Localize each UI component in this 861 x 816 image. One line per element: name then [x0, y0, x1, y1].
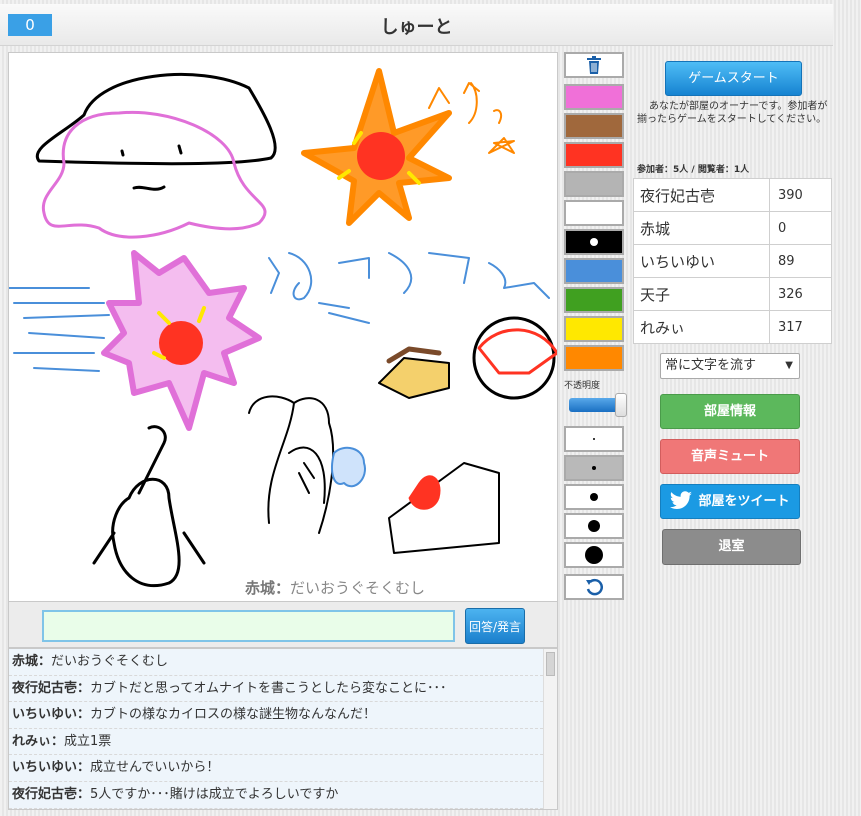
- chat-author: れみぃ：: [12, 733, 65, 749]
- answer-row: 回答/発言: [8, 602, 558, 648]
- opacity-knob[interactable]: [615, 393, 627, 417]
- header-bar: 0 しゅーと: [0, 4, 833, 46]
- opacity-slider[interactable]: [569, 393, 627, 417]
- color-swatch[interactable]: [564, 84, 624, 110]
- color-swatch[interactable]: [564, 287, 624, 313]
- color-swatch[interactable]: [564, 345, 624, 371]
- chat-author: 夜行妃古壱：: [12, 680, 91, 696]
- game-start-button[interactable]: ゲームスタート: [665, 61, 802, 96]
- player-points: 89: [769, 244, 832, 278]
- chat-log: 赤城：だいおうぐそくむし 夜行妃古壱：カブトだと思ってオムナイトを書こうとしたら変…: [8, 648, 558, 810]
- opacity-label: 不透明度: [564, 381, 601, 391]
- chat-message: カブトの様なカイロスの様な謎生物なんなんだ！: [90, 707, 377, 723]
- color-swatch[interactable]: [564, 200, 624, 226]
- brush-size-dot: [593, 438, 595, 440]
- tweet-button[interactable]: 部屋をツイート: [660, 484, 800, 519]
- last-answer-caption: 赤城：だいおうぐそくむし: [245, 579, 426, 597]
- chevron-down-icon: ▼: [785, 360, 793, 371]
- mute-button[interactable]: 音声ミュート: [660, 439, 800, 474]
- opacity-track[interactable]: [569, 398, 619, 412]
- color-swatch[interactable]: [564, 171, 624, 197]
- chat-scroll-thumb[interactable]: [546, 652, 555, 676]
- twitter-bird-icon: [669, 491, 692, 509]
- color-swatch[interactable]: [564, 258, 624, 284]
- chat-author: いちいゆい：: [12, 760, 91, 776]
- brush-size-dot: [588, 520, 600, 532]
- brush-size-button[interactable]: [564, 542, 624, 568]
- undo-icon: [586, 578, 603, 596]
- chat-line: 夜行妃古壱：5人ですか･･･賭けは成立でよろしいですか: [9, 781, 543, 809]
- chat-author: 夜行妃古壱：: [12, 786, 91, 802]
- owner-note: あなたが部屋のオーナーです。参加者が揃ったらゲームをスタートしてください。: [637, 101, 828, 125]
- brush-size-dot: [592, 466, 596, 470]
- player-name: 赤城: [633, 211, 770, 245]
- canvas-drawing: [9, 68, 557, 588]
- room-title: しゅーと: [380, 17, 453, 38]
- drawing-canvas[interactable]: 赤城：だいおうぐそくむし: [8, 52, 558, 602]
- player-name: いちいゆい: [633, 244, 770, 278]
- chat-line: 赤城：だいおうぐそくむし: [9, 649, 543, 676]
- text-flow-value: 常に文字を流す: [665, 358, 757, 373]
- chat-scrollbar[interactable]: [543, 649, 557, 809]
- color-swatch[interactable]: [564, 113, 624, 139]
- text-flow-select[interactable]: 常に文字を流す ▼: [660, 353, 800, 379]
- player-points: 326: [769, 277, 832, 311]
- color-swatch[interactable]: [564, 316, 624, 342]
- brush-size-dot: [590, 493, 598, 501]
- chat-message: だいおうぐそくむし: [51, 654, 169, 669]
- answer-button[interactable]: 回答/発言: [465, 608, 525, 644]
- trash-button[interactable]: [564, 52, 624, 78]
- player-name: 夜行妃古壱: [633, 178, 770, 212]
- brush-size-button[interactable]: [564, 484, 624, 510]
- brush-size-button[interactable]: [564, 455, 624, 481]
- brush-size-button[interactable]: [564, 513, 624, 539]
- player-points: 0: [769, 211, 832, 245]
- chat-line: いちいゆい：成立せんでいいから！: [9, 755, 543, 782]
- brush-size-dot: [585, 546, 603, 564]
- score-row: 天子 326: [633, 277, 832, 311]
- color-swatch[interactable]: [564, 229, 624, 255]
- score-row: 赤城 0: [633, 211, 832, 245]
- player-name: 天子: [633, 277, 770, 311]
- chat-author: いちいゆい：: [12, 707, 91, 723]
- chat-author: 赤城：: [12, 654, 52, 669]
- trash-icon: [587, 56, 601, 74]
- chat-message: 成立せんでいいから！: [90, 760, 220, 776]
- score-row: れみぃ 317: [633, 310, 832, 344]
- room-info-button[interactable]: 部屋情報: [660, 394, 800, 429]
- undo-button[interactable]: [564, 574, 624, 600]
- chat-line: いちいゆい：カブトの様なカイロスの様な謎生物なんなんだ！: [9, 702, 543, 729]
- participants-label: 参加者：5人 / 閲覧者：1人: [637, 165, 750, 175]
- player-points: 390: [769, 178, 832, 212]
- score-table: 夜行妃古壱 390 赤城 0 いちいゆい 89 天子 326 れみぃ 317: [633, 178, 832, 344]
- chat-message: 5人ですか･･･賭けは成立でよろしいですか: [90, 786, 339, 802]
- brush-size-button[interactable]: [564, 426, 624, 452]
- chat-line: 夜行妃古壱：カブトだと思ってオムナイトを書こうとしたら変なことに･･･: [9, 675, 543, 703]
- player-points: 317: [769, 310, 832, 344]
- chat-line: れみぃ：成立1票: [9, 728, 543, 756]
- chat-message: カブトだと思ってオムナイトを書こうとしたら変なことに･･･: [90, 680, 447, 696]
- leave-button[interactable]: 退室: [662, 529, 801, 565]
- chat-message: 成立1票: [64, 733, 112, 749]
- answer-input[interactable]: [42, 610, 455, 642]
- player-name: れみぃ: [633, 310, 770, 344]
- color-swatch[interactable]: [564, 142, 624, 168]
- tweet-button-label: 部屋をツイート: [698, 494, 790, 509]
- selected-color-marker: [590, 238, 598, 246]
- score-row: いちいゆい 89: [633, 244, 832, 278]
- score-row: 夜行妃古壱 390: [633, 178, 832, 212]
